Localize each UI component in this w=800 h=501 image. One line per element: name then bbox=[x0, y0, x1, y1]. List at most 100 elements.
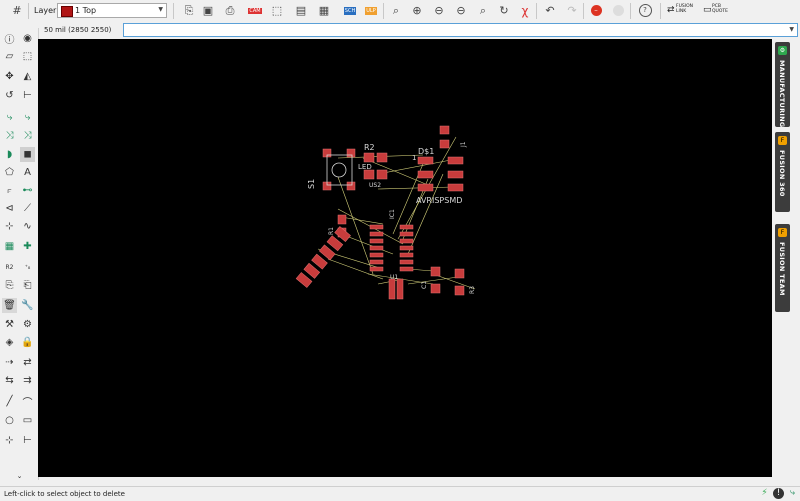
stop-icon[interactable]: – bbox=[587, 2, 605, 19]
hole-icon[interactable]: ⊹ bbox=[2, 219, 17, 234]
info-icon[interactable]: ⓘ bbox=[2, 31, 17, 46]
board-icon[interactable]: ⬚ bbox=[268, 2, 286, 19]
export-icon[interactable]: ▤ bbox=[292, 2, 310, 19]
chevron-down-icon[interactable]: ▼ bbox=[789, 26, 794, 33]
open-file-icon[interactable]: ⎘ bbox=[180, 2, 198, 19]
diode-top bbox=[439, 125, 450, 149]
print-icon[interactable]: ⎙ bbox=[221, 2, 239, 19]
arc-icon[interactable]: ⌒ bbox=[20, 394, 35, 409]
zoom-in-icon[interactable]: ⊕ bbox=[408, 2, 426, 19]
meander-icon[interactable]: ⤨ bbox=[20, 128, 35, 143]
pcb-quote-icon: ▭ bbox=[703, 5, 712, 15]
ulp-icon[interactable]: ULP bbox=[362, 2, 380, 19]
command-input[interactable]: ▼ bbox=[123, 23, 798, 37]
display-layers-icon[interactable]: ▱ bbox=[2, 49, 17, 64]
schematic-button[interactable]: SCH bbox=[341, 2, 359, 19]
tab-fusion-team-label: FUSION TEAM bbox=[778, 242, 786, 296]
polygon-icon[interactable]: ⬠ bbox=[2, 165, 17, 180]
ratsnest-icon[interactable]: χ bbox=[516, 2, 534, 19]
tab-fusion-team[interactable]: F FUSION TEAM bbox=[775, 224, 790, 312]
layer-select[interactable]: 1 Top ▼ bbox=[57, 3, 167, 18]
board-drawing: S1 R2 LED US2 D$1 1 AVRISPSMD R1 J1 C1 R… bbox=[295, 125, 476, 300]
zoom-area-icon[interactable]: ⌕ bbox=[474, 2, 492, 19]
lightning-icon[interactable]: ⚡ bbox=[759, 488, 770, 499]
tab-manufacturing-label: MANUFACTURING bbox=[778, 60, 786, 128]
name-icon[interactable]: R2 bbox=[2, 260, 17, 275]
circle-icon[interactable]: ○ bbox=[2, 413, 17, 428]
align-icon[interactable]: ⊢ bbox=[20, 88, 35, 103]
copy-icon[interactable]: ⎘ bbox=[2, 278, 17, 293]
paste-icon[interactable]: ⎗ bbox=[20, 278, 35, 293]
signal-icon[interactable]: ∿ bbox=[20, 219, 35, 234]
table-icon[interactable]: ▦ bbox=[315, 2, 333, 19]
cam-icon[interactable]: CAM bbox=[246, 2, 264, 19]
gate-icon[interactable]: ⇉ bbox=[20, 373, 35, 388]
fusion-link-button[interactable]: ⇄ FUSION LINK bbox=[667, 4, 697, 18]
replace-icon[interactable]: ⇢ bbox=[2, 355, 17, 370]
route-multi-icon[interactable]: ⤷ bbox=[20, 110, 35, 125]
pcb-quote-button[interactable]: ▭ PCB QUOTE bbox=[703, 4, 733, 18]
via-icon[interactable]: ⊹ bbox=[2, 433, 17, 448]
rect-icon[interactable]: ▭ bbox=[20, 413, 35, 428]
cog-icon[interactable]: ⚙ bbox=[20, 317, 35, 332]
swap-icon[interactable]: ⇄ bbox=[20, 355, 35, 370]
text-icon[interactable]: A bbox=[20, 165, 35, 180]
wire-icon[interactable]: ⊷ bbox=[20, 183, 35, 198]
tag-icon[interactable]: ◈ bbox=[2, 335, 17, 350]
zoom-fit-icon[interactable]: ⌕ bbox=[387, 2, 405, 19]
resistor-r3 bbox=[454, 268, 465, 296]
optimize-icon[interactable]: ⊲ bbox=[2, 201, 17, 216]
move-icon[interactable]: ✥ bbox=[2, 69, 17, 84]
zoom-out-icon[interactable]: ⊖ bbox=[430, 2, 448, 19]
layer-select-value: 1 Top bbox=[75, 6, 97, 15]
label-ds1: D$1 bbox=[418, 147, 434, 156]
add-icon[interactable]: ✚ bbox=[20, 239, 35, 254]
route-icon[interactable]: ⤷ bbox=[2, 110, 17, 125]
pcb-quote-label: PCB QUOTE bbox=[712, 4, 728, 14]
manufacturing-icon: ⚙ bbox=[778, 46, 787, 55]
smash-icon[interactable]: ⚒ bbox=[2, 317, 17, 332]
bus-icon[interactable]: ⇆ bbox=[2, 373, 17, 388]
redraw-icon[interactable]: ↻ bbox=[495, 2, 513, 19]
tab-manufacturing[interactable]: ⚙ MANUFACTURING bbox=[775, 42, 790, 128]
mark-icon[interactable]: ⬚ bbox=[20, 49, 35, 64]
label-r2: R2 bbox=[364, 143, 375, 152]
toolbar-separator bbox=[630, 3, 631, 19]
toolbar-separator bbox=[173, 3, 174, 19]
lock-icon[interactable]: 🔒 bbox=[20, 335, 35, 350]
fusion-link-label: FUSION LINK bbox=[676, 4, 693, 14]
split-icon[interactable]: ⟔ bbox=[2, 183, 17, 198]
route-status-icon[interactable]: ⤷ bbox=[787, 488, 798, 499]
mirror-icon[interactable]: ◭ bbox=[20, 69, 35, 84]
help-icon[interactable]: ? bbox=[636, 2, 654, 19]
label-us2: US2 bbox=[369, 182, 381, 189]
dimension-icon[interactable]: ⊢ bbox=[20, 433, 35, 448]
layer-label: Layer: bbox=[34, 6, 59, 15]
ic1-pads bbox=[369, 224, 414, 272]
show-icon[interactable]: ◉ bbox=[20, 31, 35, 46]
line-icon[interactable]: ╱ bbox=[2, 394, 17, 409]
miter-icon[interactable]: ⟋ bbox=[20, 201, 35, 216]
label-s1: S1 bbox=[307, 179, 316, 189]
autorouter-icon[interactable]: ◗ bbox=[2, 147, 17, 162]
right-panel: ⚙ MANUFACTURING F FUSION 360 F FUSION TE… bbox=[772, 39, 800, 477]
grid-icon[interactable]: # bbox=[8, 2, 26, 19]
tab-fusion360[interactable]: F FUSION 360 bbox=[775, 132, 790, 212]
value-icon[interactable]: ⁺₈ bbox=[20, 260, 35, 275]
chevron-down-icon[interactable]: ⌄ bbox=[12, 468, 27, 483]
zoom-minus-icon[interactable]: ⊖ bbox=[452, 2, 470, 19]
status-bar: Left-click to select object to delete ⚡ … bbox=[0, 486, 800, 501]
delete-active-icon[interactable]: ◼ bbox=[20, 147, 35, 162]
command-bar: 50 mil (2850 2550) ▼ bbox=[0, 22, 800, 39]
alert-icon[interactable]: ! bbox=[773, 488, 784, 499]
save-icon[interactable]: ▣ bbox=[199, 2, 217, 19]
group-icon[interactable]: ▦ bbox=[2, 239, 17, 254]
rotate-icon[interactable]: ↺ bbox=[2, 88, 17, 103]
label-ic1: IC1 bbox=[389, 209, 396, 219]
delete-icon[interactable]: 🗑 bbox=[2, 298, 17, 313]
undo-icon[interactable]: ↶ bbox=[541, 2, 559, 19]
wrench-icon[interactable]: 🔧 bbox=[20, 298, 35, 313]
ripup-icon[interactable]: ⤨ bbox=[2, 128, 17, 143]
board-canvas[interactable]: S1 R2 LED US2 D$1 1 AVRISPSMD R1 J1 C1 R… bbox=[38, 39, 772, 477]
toolbar-separator bbox=[536, 3, 537, 19]
